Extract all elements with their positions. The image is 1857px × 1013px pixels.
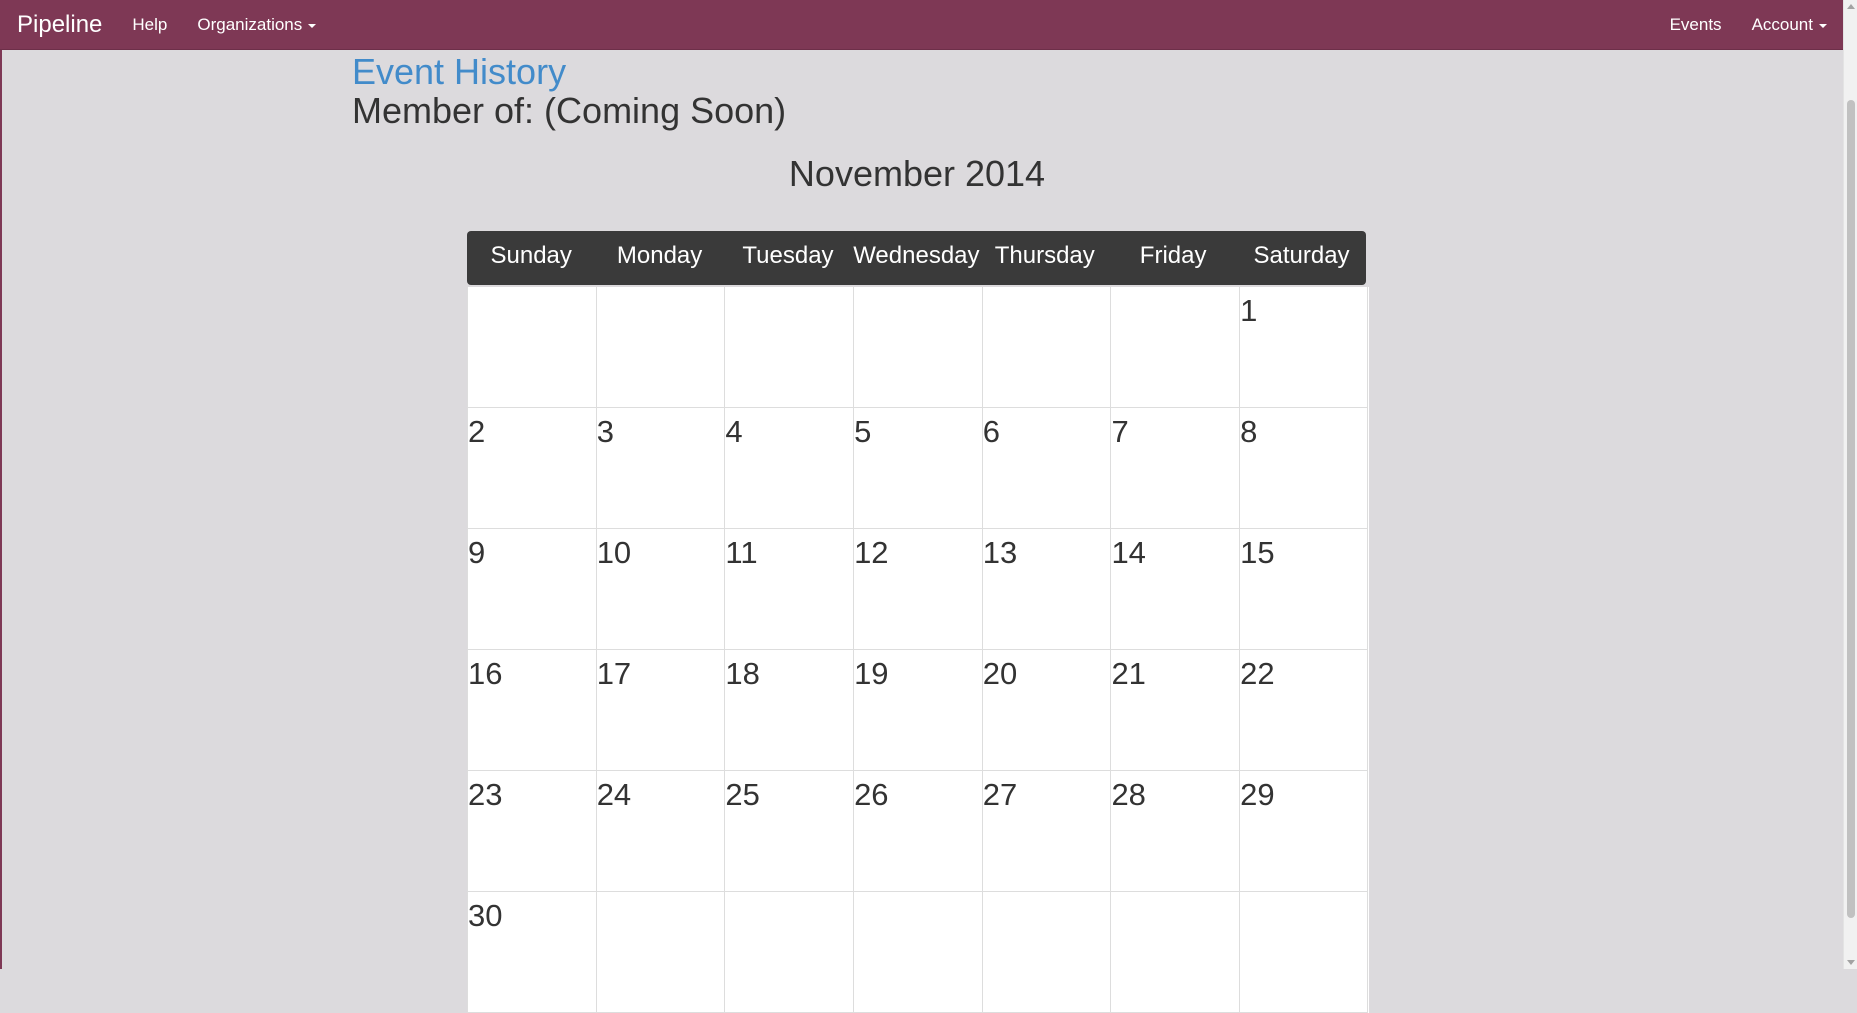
caret-down-icon [308, 24, 317, 28]
calendar-day-21[interactable]: 21 [1110, 650, 1240, 771]
calendar-day-empty [724, 287, 854, 408]
calendar-day-8[interactable]: 8 [1239, 408, 1368, 529]
nav-events-link[interactable]: Events [1670, 15, 1722, 35]
calendar-day-27[interactable]: 27 [981, 771, 1111, 892]
weekday-header-thursday: Thursday [994, 242, 1095, 269]
nav-account-label: Account [1751, 15, 1813, 34]
calendar-day-4[interactable]: 4 [724, 408, 854, 529]
calendar-day-empty [981, 892, 1111, 1013]
scroll-up-arrow-icon[interactable] [1847, 4, 1855, 9]
calendar-day-grid: 1 2 3 4 5 6 7 8 9 10 11 12 13 14 15 16 17 18 19 20 21 22 23 24 2… [467, 287, 1369, 1013]
calendar-day-14[interactable]: 14 [1110, 529, 1240, 650]
weekday-header-sunday: Sunday [490, 242, 572, 269]
calendar-day-empty [1239, 892, 1368, 1013]
calendar-day-25[interactable]: 25 [724, 771, 854, 892]
calendar-day-30[interactable]: 30 [467, 892, 596, 1013]
calendar-day-7[interactable]: 7 [1110, 408, 1240, 529]
calendar-day-23[interactable]: 23 [467, 771, 596, 892]
calendar-day-12[interactable]: 12 [853, 529, 982, 650]
calendar-day-29[interactable]: 29 [1239, 771, 1368, 892]
scrollbar-thumb[interactable] [1847, 100, 1855, 918]
calendar-day-28[interactable]: 28 [1110, 771, 1240, 892]
month-calendar: Sunday Monday Tuesday Wednesday Thursday Frid… [467, 231, 1369, 1013]
calendar-day-26[interactable]: 26 [853, 771, 982, 892]
nav-organizations-dropdown[interactable]: Organizations [197, 15, 317, 35]
calendar-day-18[interactable]: 18 [724, 650, 854, 771]
scroll-down-arrow-icon[interactable] [1847, 960, 1855, 965]
nav-events-label: Events [1669, 15, 1722, 34]
vertical-scrollbar[interactable] [1843, 0, 1857, 969]
navbar-right-group: Events Account [1640, 0, 1827, 50]
calendar-day-10[interactable]: 10 [595, 529, 725, 650]
calendar-day-5[interactable]: 5 [853, 408, 982, 529]
weekday-header-friday: Friday [1139, 242, 1207, 269]
navbar-left-group: Pipeline Help Organizations [17, 0, 346, 50]
calendar-day-empty [595, 287, 725, 408]
calendar-day-24[interactable]: 24 [595, 771, 725, 892]
weekday-header-monday: Monday [616, 242, 703, 269]
calendar-day-6[interactable]: 6 [981, 408, 1111, 529]
calendar-day-11[interactable]: 11 [724, 529, 854, 650]
weekday-header-saturday: Saturday [1253, 242, 1350, 269]
calendar-day-empty [853, 287, 982, 408]
nav-organizations-label: Organizations [197, 15, 303, 34]
calendar-day-15[interactable]: 15 [1239, 529, 1368, 650]
calendar-day-empty [595, 892, 725, 1013]
nav-account-dropdown[interactable]: Account [1752, 15, 1827, 35]
calendar-day-empty [1110, 287, 1240, 408]
calendar-day-empty [467, 287, 596, 408]
calendar-month-title: November 2014 [788, 153, 1046, 194]
weekday-header-tuesday: Tuesday [742, 242, 834, 269]
calendar-day-16[interactable]: 16 [467, 650, 596, 771]
weekday-header-wednesday: Wednesday [853, 242, 980, 269]
calendar-day-empty [981, 287, 1111, 408]
event-history-link[interactable]: Event History [352, 50, 566, 94]
member-of-heading: Member of: (Coming Soon) [352, 90, 787, 131]
calendar-day-19[interactable]: 19 [853, 650, 982, 771]
calendar-day-13[interactable]: 13 [981, 529, 1111, 650]
nav-help-link[interactable]: Help [132, 15, 167, 35]
nav-help-label: Help [132, 15, 168, 34]
calendar-weekday-header: Sunday Monday Tuesday Wednesday Thursday Frid… [467, 231, 1366, 285]
calendar-day-2[interactable]: 2 [467, 408, 596, 529]
brand-logo[interactable]: Pipeline [17, 11, 102, 39]
calendar-day-22[interactable]: 22 [1239, 650, 1368, 771]
calendar-day-17[interactable]: 17 [595, 650, 725, 771]
calendar-day-9[interactable]: 9 [467, 529, 596, 650]
calendar-day-empty [853, 892, 982, 1013]
calendar-day-3[interactable]: 3 [595, 408, 725, 529]
caret-down-icon [1819, 24, 1827, 28]
top-navbar: Pipeline Help Organizations Events Accou… [0, 0, 1843, 50]
calendar-day-empty [1110, 892, 1240, 1013]
page-left-edge [0, 0, 2, 969]
calendar-day-empty [724, 892, 854, 1013]
calendar-day-1[interactable]: 1 [1239, 287, 1368, 408]
calendar-day-20[interactable]: 20 [981, 650, 1111, 771]
